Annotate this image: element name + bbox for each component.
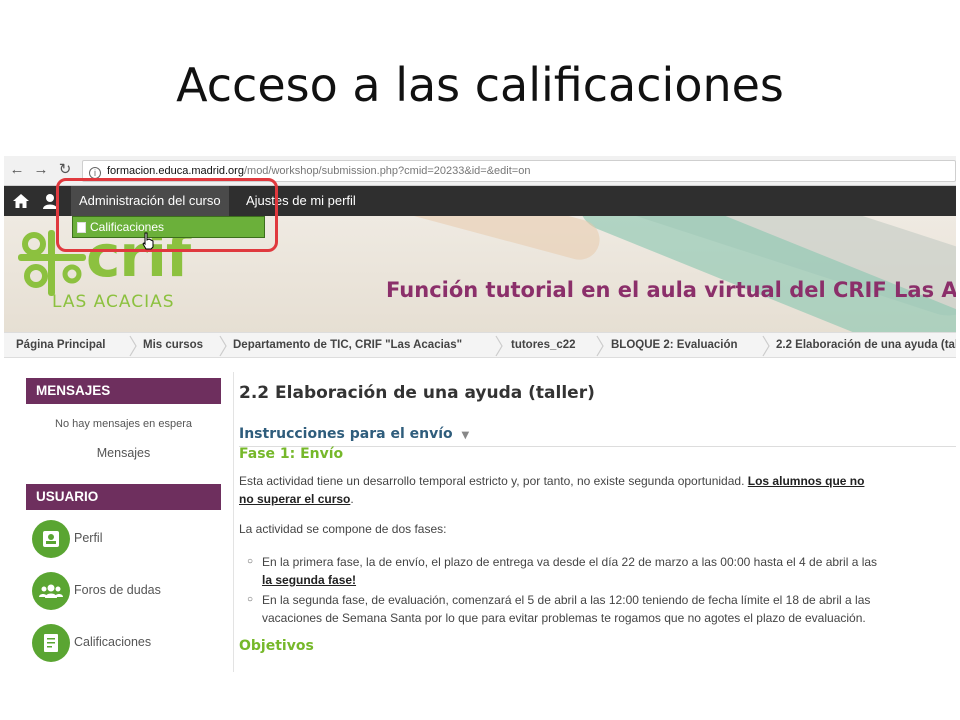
paragraph-1-text: Esta actividad tiene un desarrollo tempo… (239, 474, 745, 488)
breadcrumb-my-courses[interactable]: Mis cursos (143, 333, 203, 359)
paragraph-1: Esta actividad tiene un desarrollo tempo… (239, 472, 864, 490)
instructions-section-title[interactable]: Instrucciones para el envío ▼ (239, 426, 469, 442)
breadcrumb-department[interactable]: Departamento de TIC, CRIF "Las Acacias" (233, 333, 462, 359)
section-divider (239, 446, 956, 447)
chevron-right-icon (129, 335, 137, 357)
slide-title: Acceso a las calificaciones (176, 58, 784, 112)
section-title-label: Instrucciones para el envío (239, 426, 453, 442)
bullet-2-line-2: vacaciones de Semana Santa por lo que pa… (262, 611, 866, 625)
paragraph-2: La actividad se compone de dos fases: (239, 522, 447, 536)
bullet-1-line-2: la segunda fase! (262, 571, 356, 589)
url-host: formacion.educa.madrid.org (107, 165, 244, 177)
user-block-header: USUARIO (26, 484, 221, 510)
messages-link[interactable]: Mensajes (26, 446, 221, 460)
breadcrumb-block[interactable]: BLOQUE 2: Evaluación (611, 333, 738, 359)
period: . (350, 492, 354, 506)
banner-pencil-graphic (303, 216, 605, 265)
logo-subtitle: LAS ACACIAS (52, 292, 175, 312)
paragraph-1-continued: no superar el curso. (239, 490, 354, 508)
back-icon[interactable]: ← (8, 161, 26, 179)
paragraph-1-bold: Los alumnos que no (747, 474, 865, 488)
messages-block-header: MENSAJES (26, 378, 221, 404)
grades-icon (32, 624, 70, 662)
browser-screenshot: ← → ↻ i formacion.educa.madrid.org/mod/wo… (4, 156, 956, 672)
reload-icon[interactable]: ↻ (56, 161, 74, 179)
objectives-title: Objetivos (239, 638, 314, 654)
chevron-right-icon (762, 335, 770, 357)
bullet-2-line-1: En la segunda fase, de evaluación, comen… (262, 593, 871, 607)
chevron-right-icon (596, 335, 604, 357)
chevron-right-icon (495, 335, 503, 357)
forward-icon[interactable]: → (32, 161, 50, 179)
bullet-marker: ○ (247, 556, 254, 567)
url-path: /mod/workshop/submission.php?cmid=20233&… (243, 165, 531, 177)
caret-down-icon[interactable]: ▼ (462, 430, 470, 441)
home-icon[interactable] (6, 186, 36, 216)
sidebar-item-foros[interactable]: Foros de dudas (32, 572, 222, 612)
sidebar-item-label: Calificaciones (74, 635, 152, 649)
breadcrumb: Página Principal Mis cursos Departamento… (4, 332, 956, 358)
phase-title: Fase 1: Envío (239, 446, 344, 462)
breadcrumb-course[interactable]: tutores_c22 (511, 333, 576, 359)
content-divider (233, 372, 234, 672)
bullet-marker: ○ (247, 594, 254, 605)
breadcrumb-home[interactable]: Página Principal (16, 333, 105, 359)
banner-title: Función tutorial en el aula virtual del … (386, 278, 956, 302)
sidebar-item-label: Foros de dudas (74, 583, 161, 597)
chevron-right-icon (219, 335, 227, 357)
breadcrumb-activity[interactable]: 2.2 Elaboración de una ayuda (taller) (776, 333, 956, 359)
sidebar-item-calificaciones[interactable]: Calificaciones (32, 624, 222, 664)
bullet-1-line-1: En la primera fase, la de envío, el plaz… (262, 555, 878, 569)
profile-card-icon (32, 520, 70, 558)
red-highlight-box (56, 178, 278, 252)
sidebar-item-perfil[interactable]: Perfil (32, 520, 222, 560)
no-messages-text: No hay mensajes en espera (55, 418, 192, 430)
bullet-1-bold: la segunda fase! (262, 573, 357, 587)
paragraph-1-bold-continued: no superar el curso (239, 492, 351, 506)
group-icon (32, 572, 70, 610)
page-title: 2.2 Elaboración de una ayuda (taller) (239, 383, 595, 403)
hand-cursor-icon (142, 232, 154, 250)
sidebar-item-label: Perfil (74, 531, 103, 545)
